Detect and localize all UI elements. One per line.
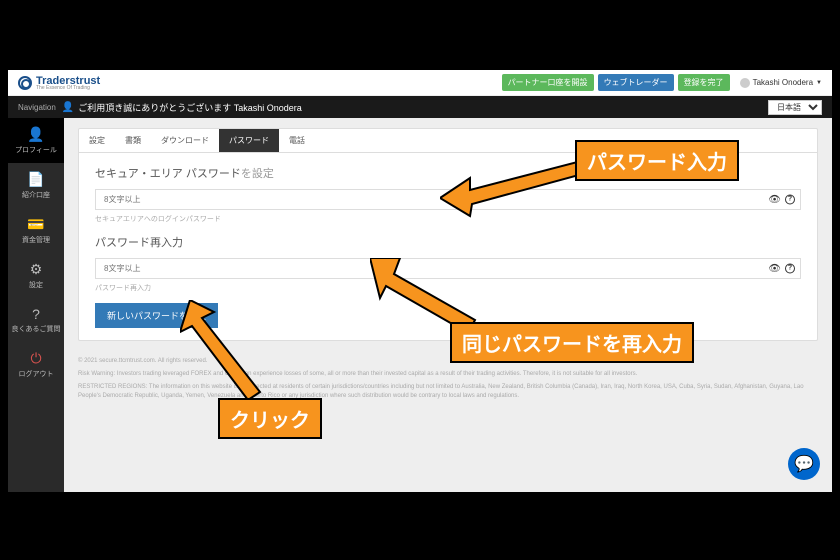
user-menu[interactable]: Takashi Onodera ▼: [740, 78, 822, 88]
caret-down-icon: ▼: [816, 80, 822, 86]
person-icon: 👤: [62, 102, 74, 113]
sidebar-item-settings[interactable]: ⚙ 設定: [8, 253, 64, 298]
chat-button[interactable]: 💬: [788, 448, 820, 480]
sidebar-item-label: 紹介口座: [22, 190, 50, 200]
sidebar-item-referral[interactable]: 📄 紹介口座: [8, 163, 64, 208]
tab-documents[interactable]: 書類: [115, 129, 151, 152]
tab-password[interactable]: パスワード: [219, 129, 279, 152]
power-icon: ⏻: [30, 350, 41, 367]
sidebar-item-faq[interactable]: ? 良くあるご質問: [8, 298, 64, 342]
tab-phone[interactable]: 電話: [279, 129, 315, 152]
register-button[interactable]: 登録を完了: [678, 74, 730, 91]
annotation-click: クリック: [218, 398, 322, 439]
arrow-icon: [440, 158, 590, 218]
language-select[interactable]: 日本語: [768, 100, 822, 115]
partner-button[interactable]: パートナー口座を開設: [502, 74, 594, 91]
greeting-text: ご利用頂き誠にありがとうございます Takashi Onodera: [78, 101, 302, 114]
chat-icon: 💬: [794, 454, 814, 474]
sidebar-item-label: 良くあるご質問: [12, 324, 61, 334]
tab-downloads[interactable]: ダウンロード: [151, 129, 219, 152]
avatar-icon: [740, 78, 750, 88]
logo: Traderstrust The Essence Of Trading: [18, 75, 100, 91]
sidebar-item-label: プロフィール: [15, 145, 57, 155]
doc-icon: 📄: [27, 171, 44, 188]
confirm-title: パスワード再入力: [95, 234, 801, 250]
sidebar-item-logout[interactable]: ⏻ ログアウト: [8, 342, 64, 387]
webtrader-button[interactable]: ウェブトレーダー: [598, 74, 674, 91]
sidebar-item-profile[interactable]: 👤 プロフィール: [8, 118, 64, 163]
money-icon: 💳: [27, 216, 44, 233]
arrow-icon: [180, 300, 270, 405]
help-icon[interactable]: ?: [785, 263, 795, 273]
sidebar: 👤 プロフィール 📄 紹介口座 💳 資金管理 ⚙ 設定 ? 良くあるご質問 ⏻: [8, 118, 64, 492]
sidebar-item-label: 設定: [29, 280, 43, 290]
nav-label: Navigation: [18, 103, 56, 112]
top-right: パートナー口座を開設 ウェブトレーダー 登録を完了 Takashi Onoder…: [502, 74, 822, 91]
logo-icon: [18, 76, 32, 90]
user-icon: 👤: [27, 126, 44, 143]
eye-icon[interactable]: 👁: [768, 194, 781, 205]
eye-icon[interactable]: 👁: [768, 263, 781, 274]
help-icon[interactable]: ?: [785, 194, 795, 204]
gear-icon: ⚙: [30, 261, 43, 278]
sidebar-item-label: ログアウト: [19, 369, 54, 379]
greeting: 👤 ご利用頂き誠にありがとうございます Takashi Onodera: [62, 101, 302, 114]
sidebar-item-label: 資金管理: [22, 235, 50, 245]
question-icon: ?: [32, 306, 40, 322]
topbar: Traderstrust The Essence Of Trading パートナ…: [8, 70, 832, 96]
sidebar-item-funds[interactable]: 💳 資金管理: [8, 208, 64, 253]
annotation-confirm: 同じパスワードを再入力: [450, 322, 694, 363]
user-name: Takashi Onodera: [753, 78, 813, 87]
annotation-password: パスワード入力: [575, 140, 739, 181]
navbar: Navigation 👤 ご利用頂き誠にありがとうございます Takashi O…: [8, 96, 832, 118]
tab-settings[interactable]: 設定: [79, 129, 115, 152]
